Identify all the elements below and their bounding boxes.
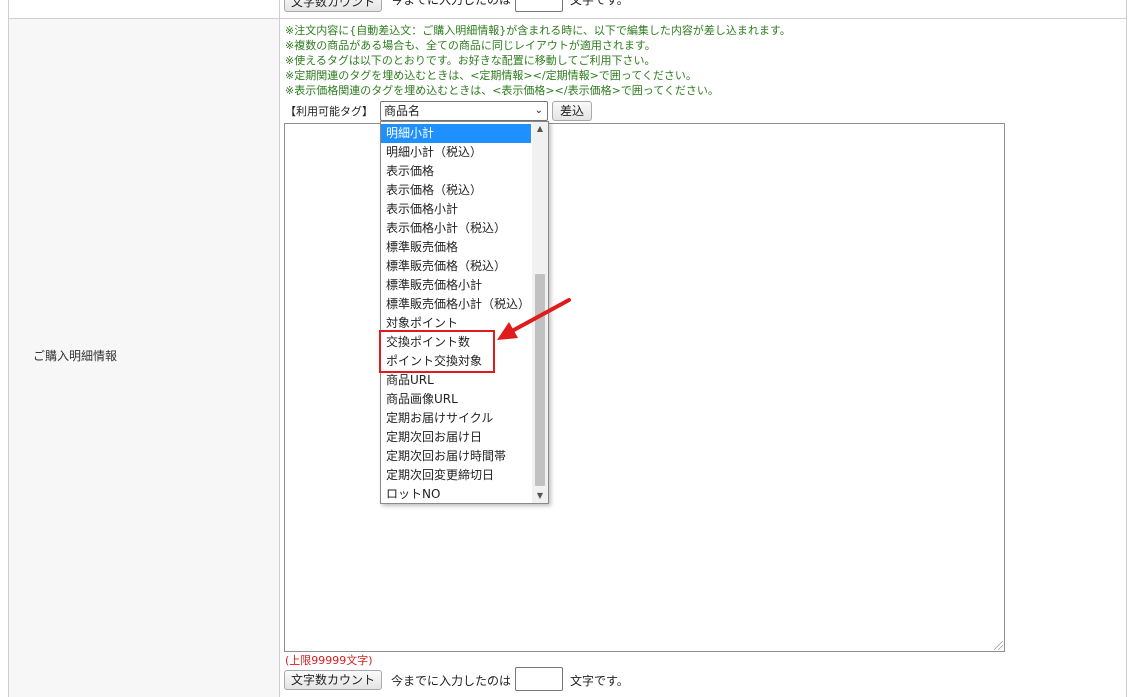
dropdown-options: 明細小計 明細小計（税込） 表示価格 表示価格（税込） 表示価格小計 表示価格小計（税込）… — [381, 124, 531, 504]
tag-dropdown-list[interactable]: 明細小計 明細小計（税込） 表示価格 表示価格（税込） 表示価格小計 表示価格小計（税込）… — [380, 121, 549, 504]
resize-grip-icon[interactable] — [994, 641, 1003, 650]
dropdown-option[interactable]: 標準販売価格 — [381, 238, 531, 257]
top-count-suffix: 文字です。 — [570, 0, 629, 7]
note-line-2: ※複数の商品がある場合も、全ての商品に同じレイアウトが適用されます。 — [285, 39, 656, 52]
note-line-3: ※使えるタグは以下のとおりです。お好きな配置に移動してご利用下さい。 — [285, 54, 656, 67]
dropdown-option[interactable]: 表示価格 — [381, 162, 531, 181]
available-tags-label: 【利用可能タグ】 — [285, 105, 373, 118]
dropdown-option[interactable]: 商品画像URL — [381, 390, 531, 409]
dropdown-option[interactable]: 表示価格（税込） — [381, 181, 531, 200]
dropdown-option[interactable]: 定期お届けサイクル — [381, 409, 531, 428]
char-limit-note: (上限99999文字) — [285, 654, 373, 667]
dropdown-option[interactable]: 標準販売価格小計（税込） — [381, 295, 531, 314]
highlight-box — [379, 330, 495, 373]
row-label-purchase-details: ご購入明細情報 — [33, 349, 118, 363]
char-count-button[interactable]: 文字数カウント — [284, 670, 382, 690]
note-line-4: ※定期関連のタグを埋め込むときは、<定期情報></定期情報>で囲ってください。 — [285, 69, 697, 82]
top-count-prefix: 今までに入力したのは — [391, 0, 512, 7]
insert-tag-button[interactable]: 差込 — [552, 101, 592, 121]
scrollbar-thumb[interactable] — [535, 274, 545, 486]
tag-select-value: 商品名 — [384, 104, 421, 118]
dropdown-option[interactable]: 商品URL — [381, 371, 531, 390]
count-suffix: 文字です。 — [570, 674, 629, 688]
char-count-field[interactable] — [515, 667, 563, 691]
dropdown-option[interactable]: 標準販売価格小計 — [381, 276, 531, 295]
dropdown-option[interactable]: 明細小計（税込） — [381, 143, 531, 162]
dropdown-option[interactable]: 表示価格小計（税込） — [381, 219, 531, 238]
count-prefix: 今までに入力したのは — [391, 674, 512, 688]
top-char-count-button[interactable]: 文字数カウント — [284, 0, 382, 12]
tag-select[interactable]: 商品名 ⌄ — [380, 101, 548, 121]
scroll-up-arrow-icon[interactable]: ▲ — [532, 122, 548, 136]
dropdown-option[interactable]: 定期次回変更締切日 — [381, 466, 531, 485]
dropdown-option[interactable]: ロットNO — [381, 485, 531, 504]
top-count-field[interactable] — [515, 0, 563, 12]
dropdown-option[interactable]: 定期次回お届け日 — [381, 428, 531, 447]
table-border-right — [1126, 0, 1127, 697]
dropdown-option[interactable]: 定期次回お届け時間帯 — [381, 447, 531, 466]
dropdown-option[interactable]: 表示価格小計 — [381, 200, 531, 219]
dropdown-scrollbar[interactable]: ▲ ▼ — [532, 122, 548, 503]
dropdown-option[interactable]: 明細小計 — [381, 124, 531, 143]
dropdown-option[interactable]: 標準販売価格（税込） — [381, 257, 531, 276]
column-divider — [279, 0, 280, 697]
row-separator — [8, 18, 1127, 19]
chevron-down-icon: ⌄ — [534, 105, 543, 116]
note-line-5: ※表示価格関連のタグを埋め込むときは、<表示価格></表示価格>で囲ってください… — [285, 84, 719, 97]
scroll-down-arrow-icon[interactable]: ▼ — [532, 489, 548, 503]
note-line-1: ※注文内容に{自動差込文：ご購入明細情報}が含まれる時に、以下で編集した内容が差… — [285, 24, 791, 37]
